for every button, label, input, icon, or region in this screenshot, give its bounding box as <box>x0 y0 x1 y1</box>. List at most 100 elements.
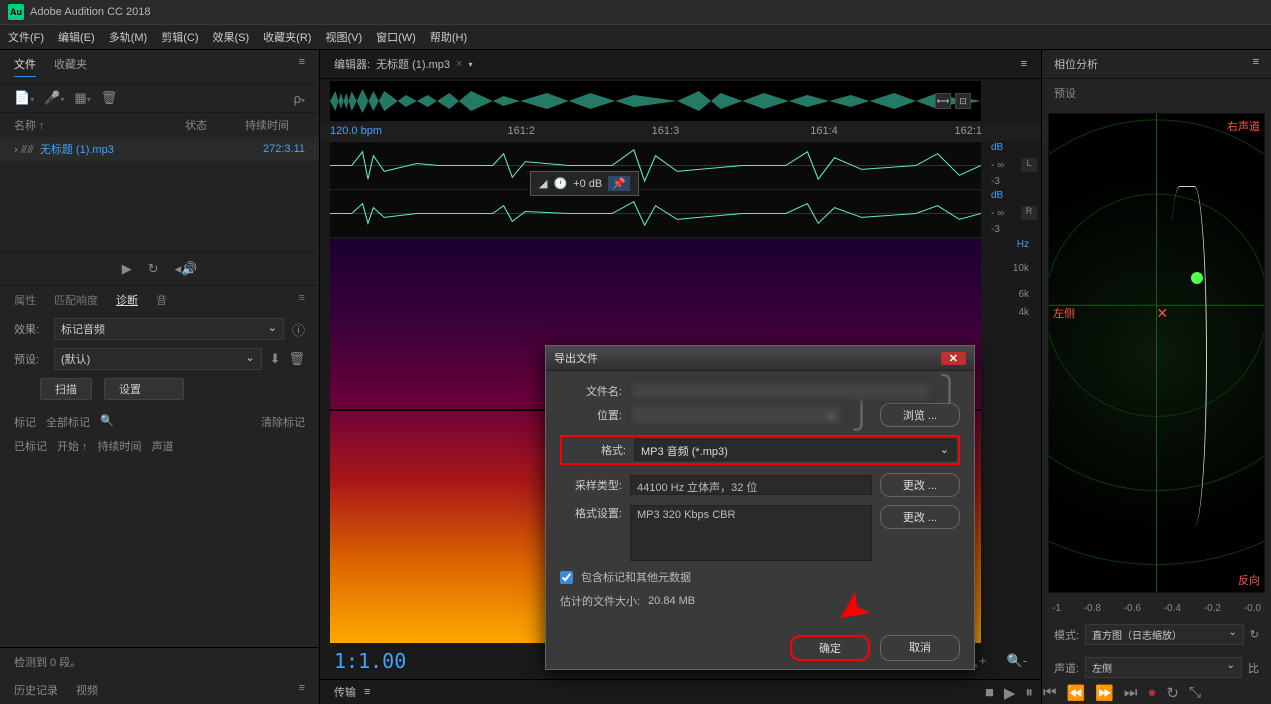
phase-title: 相位分析 <box>1054 59 1098 71</box>
mode-label: 模式: <box>1054 627 1079 643</box>
filename-label: 文件名: <box>560 383 622 399</box>
col-duration-m: 持续时间 <box>98 438 142 454</box>
loop-button[interactable]: ↻ <box>1166 684 1179 702</box>
preset-select[interactable]: (默认)⌄ <box>54 348 262 370</box>
menu-file[interactable]: 文件(F) <box>8 29 44 45</box>
menu-edit[interactable]: 编辑(E) <box>58 29 95 45</box>
panel-menu-icon[interactable]: ≡ <box>299 682 305 698</box>
editor-filename: 无标题 (1).mp3 <box>376 56 450 72</box>
zoom-sel-icon[interactable]: ⊡ <box>955 93 971 109</box>
panel-menu-icon[interactable]: ≡ <box>1021 58 1027 70</box>
filename-input[interactable] <box>630 381 931 401</box>
menubar: 文件(F) 编辑(E) 多轨(M) 剪辑(C) 效果(S) 收藏夹(R) 视图(… <box>0 25 1271 50</box>
menu-favorites[interactable]: 收藏夹(R) <box>263 29 311 45</box>
tab-all-markers[interactable]: 全部标记 <box>46 414 90 430</box>
preset-label: 预设 <box>1042 79 1271 107</box>
menu-multitrack[interactable]: 多轨(M) <box>109 29 148 45</box>
time-ruler[interactable]: 120.0 bpm 161:2 161:3 161:4 162:1 ∩ <box>320 123 1041 141</box>
track-select[interactable]: 左侧⌄ <box>1085 657 1242 678</box>
fade-icon[interactable]: ◢ <box>539 177 547 190</box>
delete-preset-icon[interactable]: 🗑 <box>288 351 305 367</box>
waveform-icon: ⫻⫻ <box>21 144 34 156</box>
app-title: Adobe Audition CC 2018 <box>30 6 150 18</box>
panel-menu-icon[interactable]: ≡ <box>1253 56 1259 68</box>
effect-select[interactable]: 标记音频⌄ <box>54 318 284 340</box>
skip-sel-button[interactable]: ⤡ <box>1189 684 1201 702</box>
pin-icon[interactable]: 📌 <box>608 176 630 191</box>
channel-l-button[interactable]: L <box>1021 158 1037 172</box>
status-text: 检测到 0 段。 <box>0 647 319 676</box>
panel-menu-icon[interactable]: ≡ <box>299 292 305 308</box>
skip-end-button[interactable]: ⏭ <box>1124 684 1138 702</box>
tab-marker[interactable]: 标记 <box>14 414 36 430</box>
rewind-button[interactable]: ⏪ <box>1066 684 1085 702</box>
time-display[interactable]: 1:1.00 <box>334 649 406 673</box>
search-input-icon[interactable]: ρ▾ <box>294 91 305 106</box>
compare-label: 比 <box>1248 660 1259 676</box>
include-meta-checkbox[interactable] <box>560 571 573 584</box>
change-fmt-button[interactable]: 更改 ... <box>880 505 960 529</box>
forward-button[interactable]: ⏩ <box>1095 684 1114 702</box>
menu-view[interactable]: 视图(V) <box>325 29 362 45</box>
trash-icon[interactable]: 🗑 <box>101 90 118 106</box>
overview-waveform[interactable]: ⟷ ⊡ <box>330 81 981 121</box>
loop-icon[interactable]: ↻ <box>148 261 159 277</box>
format-select[interactable]: MP3 音频 (*.mp3)⌄ <box>634 439 956 461</box>
right-panel: 相位分析 ≡ 预设 右声道 左侧 反向 ✕ -1-0.8-0.6-0.4-0.2… <box>1041 50 1271 704</box>
tab-loudness[interactable]: 匹配响度 <box>54 292 98 308</box>
panel-menu-icon[interactable]: ≡ <box>364 686 370 698</box>
tab-files[interactable]: 文件 <box>14 56 36 77</box>
tab-favorites[interactable]: 收藏夹 <box>54 56 87 77</box>
clock-icon[interactable]: 🕐 <box>553 177 567 190</box>
waveform-main[interactable]: dB - ∞ -3 L dB - ∞ -3 R ◢ 🕐 +0 dB 📌 <box>330 141 981 237</box>
record-button[interactable]: ● <box>1147 684 1156 702</box>
pause-button[interactable]: ⏸ <box>1025 684 1033 702</box>
col-name[interactable]: 名称 ↑ <box>14 117 185 133</box>
panel-menu-icon[interactable]: ≡ <box>299 56 305 77</box>
menu-help[interactable]: 帮助(H) <box>430 29 467 45</box>
file-row[interactable]: › ⫻⫻无标题 (1).mp3 272:3.11 <box>0 137 319 161</box>
settings-button[interactable]: 设置 <box>104 378 184 400</box>
channel-r-button[interactable]: R <box>1021 206 1037 220</box>
cancel-button[interactable]: 取消 <box>880 635 960 661</box>
refresh-icon[interactable]: ↻ <box>1250 628 1259 641</box>
menu-window[interactable]: 窗口(W) <box>376 29 416 45</box>
bpm-display[interactable]: 120.0 bpm <box>330 125 422 139</box>
menu-effects[interactable]: 效果(S) <box>213 29 250 45</box>
skip-start-button[interactable]: ⏮ <box>1043 684 1057 702</box>
stop-button[interactable]: ■ <box>985 684 994 702</box>
save-preset-icon[interactable]: ⬇ <box>270 351 281 367</box>
close-button[interactable]: ✕ <box>941 352 966 365</box>
tab-properties[interactable]: 属性 <box>14 292 36 308</box>
tab-audio[interactable]: 音 <box>156 292 167 308</box>
volume-db[interactable]: +0 dB <box>573 178 602 190</box>
location-select[interactable]: ⌄ <box>630 404 843 426</box>
col-track: 声道 <box>152 438 174 454</box>
change-sample-button[interactable]: 更改 ... <box>880 473 960 497</box>
sample-label: 采样类型: <box>560 477 622 493</box>
col-status[interactable]: 状态 <box>185 117 245 133</box>
zoom-handle-icon[interactable]: ⟷ <box>935 93 951 109</box>
play-icon[interactable]: ▶ <box>122 261 132 277</box>
autoplay-icon[interactable]: ◂🔊 <box>175 261 198 277</box>
clear-markers[interactable]: 清除标记 <box>261 414 305 430</box>
scan-button[interactable]: 扫描 <box>40 378 92 400</box>
transport-controls: ■ ▶ ⏸ ⏮ ⏪ ⏩ ⏭ ● ↻ ⤡ <box>985 684 1201 702</box>
menu-clip[interactable]: 剪辑(C) <box>161 29 198 45</box>
mode-select[interactable]: 直方图（日志缩放）⌄ <box>1085 624 1244 645</box>
track-label: 声道: <box>1054 660 1079 676</box>
col-duration[interactable]: 持续时间 <box>245 117 305 133</box>
record-icon[interactable]: 🎤▾ <box>44 90 64 106</box>
tab-video[interactable]: 视频 <box>76 682 98 698</box>
tab-diagnostics[interactable]: 诊断 <box>116 292 138 308</box>
play-button[interactable]: ▶ <box>1004 684 1016 702</box>
info-icon[interactable]: ⓘ <box>292 320 305 339</box>
search-icon[interactable]: 🔍 <box>100 414 114 430</box>
zoom-out-icon[interactable]: 🔍- <box>1006 653 1027 669</box>
volume-overlay[interactable]: ◢ 🕐 +0 dB 📌 <box>530 171 639 196</box>
tab-history[interactable]: 历史记录 <box>14 682 58 698</box>
ok-button[interactable]: 确定 <box>790 635 870 661</box>
browse-button[interactable]: 浏览 ... <box>880 403 960 427</box>
multitrack-icon[interactable]: ▦▾ <box>74 90 90 106</box>
file-open-icon[interactable]: 📄▾ <box>14 90 34 106</box>
